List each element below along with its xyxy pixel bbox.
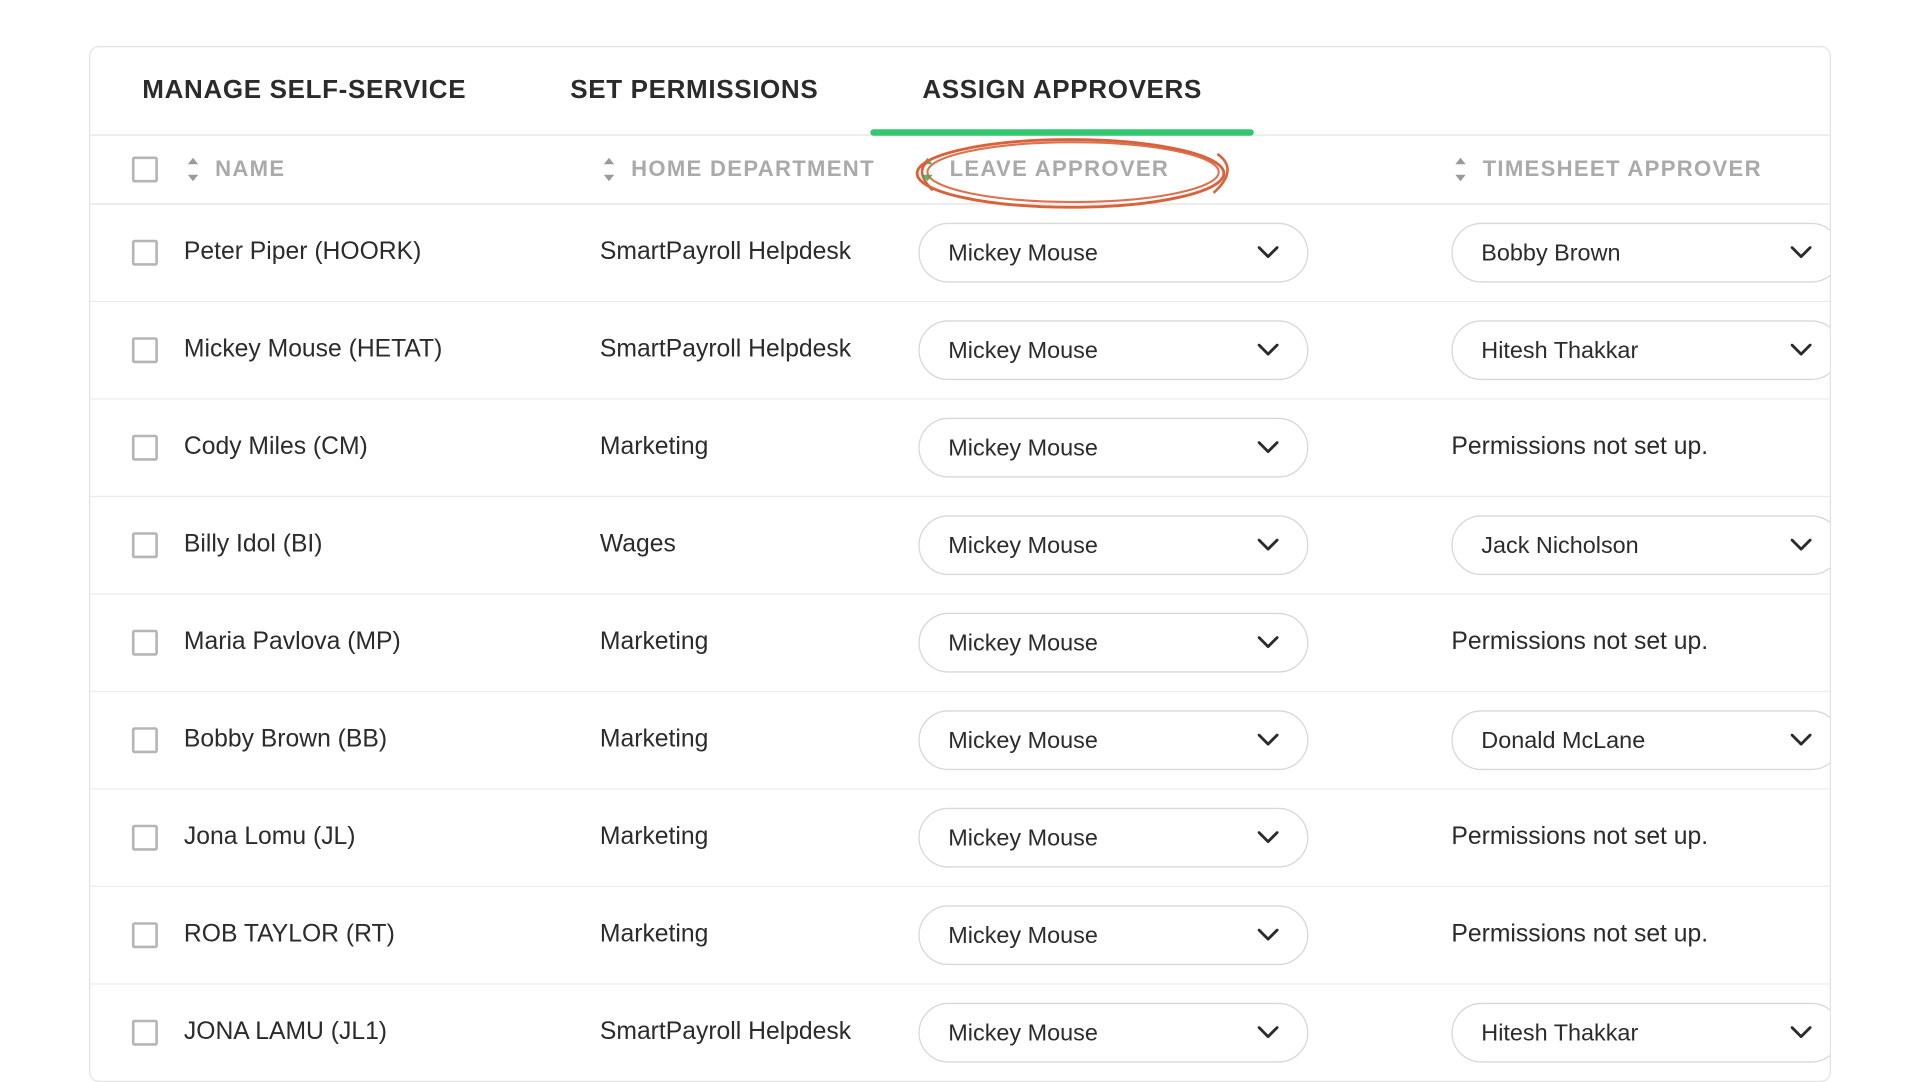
tab-set-permissions[interactable]: SET PERMISSIONS xyxy=(570,76,818,135)
permissions-not-set-up: Permissions not set up. xyxy=(1451,921,1708,950)
chevron-down-icon xyxy=(1258,441,1279,454)
sort-icon[interactable] xyxy=(184,157,202,183)
row-checkbox[interactable] xyxy=(132,532,158,558)
tab-assign-approvers[interactable]: ASSIGN APPROVERS xyxy=(922,76,1202,135)
employee-name: Billy Idol (BI) xyxy=(184,531,323,560)
home-department: Marketing xyxy=(600,921,708,950)
chevron-down-icon xyxy=(1791,246,1812,259)
header-name[interactable]: NAME xyxy=(215,157,285,183)
sort-icon[interactable] xyxy=(918,157,936,183)
table-row: Bobby Brown (BB) Marketing Mickey Mouse Don… xyxy=(90,692,1829,790)
employee-name: Jona Lomu (JL) xyxy=(184,823,356,852)
table-body: Peter Piper (HOORK) SmartPayroll Helpdesk… xyxy=(90,205,1829,1081)
table-row: JONA LAMU (JL1) SmartPayroll Helpdesk Mick… xyxy=(90,985,1829,1081)
row-checkbox[interactable] xyxy=(132,337,158,363)
leave-approver-select[interactable]: Mickey Mouse xyxy=(918,320,1308,380)
sort-icon[interactable] xyxy=(1451,157,1469,183)
select-all-checkbox[interactable] xyxy=(132,157,158,183)
chevron-down-icon xyxy=(1258,831,1279,844)
chevron-down-icon xyxy=(1791,1026,1812,1039)
home-department: Marketing xyxy=(600,433,708,462)
home-department: Marketing xyxy=(600,628,708,657)
sort-icon[interactable] xyxy=(600,157,618,183)
row-checkbox[interactable] xyxy=(132,922,158,948)
chevron-down-icon xyxy=(1791,734,1812,747)
leave-approver-value: Mickey Mouse xyxy=(948,337,1098,364)
leave-approver-value: Mickey Mouse xyxy=(948,532,1098,559)
chevron-down-icon xyxy=(1258,734,1279,747)
timesheet-approver-value: Hitesh Thakkar xyxy=(1481,337,1638,364)
row-checkbox[interactable] xyxy=(132,727,158,753)
home-department: Wages xyxy=(600,531,676,560)
timesheet-approver-select[interactable]: Jack Nicholson xyxy=(1451,515,1831,575)
chevron-down-icon xyxy=(1791,344,1812,357)
assign-approvers-panel: MANAGE SELF-SERVICE SET PERMISSIONS ASSI… xyxy=(89,46,1831,1082)
leave-approver-select[interactable]: Mickey Mouse xyxy=(918,1003,1308,1063)
employee-name: Peter Piper (HOORK) xyxy=(184,238,421,267)
row-checkbox[interactable] xyxy=(132,240,158,266)
leave-approver-select[interactable]: Mickey Mouse xyxy=(918,613,1308,673)
timesheet-approver-select[interactable]: Hitesh Thakkar xyxy=(1451,1003,1831,1063)
chevron-down-icon xyxy=(1258,539,1279,552)
table-row: Jona Lomu (JL) Marketing Mickey Mouse Permi… xyxy=(90,790,1829,888)
table-row: Mickey Mouse (HETAT) SmartPayroll Helpdes… xyxy=(90,302,1829,400)
leave-approver-select[interactable]: Mickey Mouse xyxy=(918,808,1308,868)
table-header: NAME HOME DEPARTMENT LEAVE APPROVER xyxy=(90,136,1829,205)
timesheet-approver-select[interactable]: Donald McLane xyxy=(1451,710,1831,770)
leave-approver-value: Mickey Mouse xyxy=(948,434,1098,461)
row-checkbox[interactable] xyxy=(132,825,158,851)
employee-name: ROB TAYLOR (RT) xyxy=(184,921,395,950)
employee-name: Maria Pavlova (MP) xyxy=(184,628,401,657)
employee-name: Mickey Mouse (HETAT) xyxy=(184,336,442,365)
permissions-not-set-up: Permissions not set up. xyxy=(1451,433,1708,462)
table-row: ROB TAYLOR (RT) Marketing Mickey Mouse Perm… xyxy=(90,887,1829,985)
row-checkbox[interactable] xyxy=(132,435,158,461)
home-department: SmartPayroll Helpdesk xyxy=(600,238,851,267)
leave-approver-select[interactable]: Mickey Mouse xyxy=(918,905,1308,965)
timesheet-approver-value: Hitesh Thakkar xyxy=(1481,1019,1638,1046)
chevron-down-icon xyxy=(1258,246,1279,259)
chevron-down-icon xyxy=(1258,344,1279,357)
home-department: SmartPayroll Helpdesk xyxy=(600,336,851,365)
home-department: Marketing xyxy=(600,726,708,755)
chevron-down-icon xyxy=(1258,929,1279,942)
employee-name: JONA LAMU (JL1) xyxy=(184,1018,387,1047)
tabs-bar: MANAGE SELF-SERVICE SET PERMISSIONS ASSI… xyxy=(90,47,1829,135)
employee-name: Bobby Brown (BB) xyxy=(184,726,387,755)
leave-approver-select[interactable]: Mickey Mouse xyxy=(918,418,1308,478)
leave-approver-select[interactable]: Mickey Mouse xyxy=(918,515,1308,575)
timesheet-approver-value: Jack Nicholson xyxy=(1481,532,1638,559)
leave-approver-value: Mickey Mouse xyxy=(948,239,1098,266)
table-row: Cody Miles (CM) Marketing Mickey Mouse Perm… xyxy=(90,400,1829,498)
permissions-not-set-up: Permissions not set up. xyxy=(1451,628,1708,657)
home-department: Marketing xyxy=(600,823,708,852)
home-department: SmartPayroll Helpdesk xyxy=(600,1018,851,1047)
timesheet-approver-value: Donald McLane xyxy=(1481,727,1645,754)
leave-approver-select[interactable]: Mickey Mouse xyxy=(918,223,1308,283)
table-row: Peter Piper (HOORK) SmartPayroll Helpdesk… xyxy=(90,205,1829,302)
leave-approver-value: Mickey Mouse xyxy=(948,922,1098,949)
leave-approver-value: Mickey Mouse xyxy=(948,824,1098,851)
leave-approver-value: Mickey Mouse xyxy=(948,629,1098,656)
header-home-department[interactable]: HOME DEPARTMENT xyxy=(631,157,875,183)
employee-name: Cody Miles (CM) xyxy=(184,433,368,462)
leave-approver-select[interactable]: Mickey Mouse xyxy=(918,710,1308,770)
leave-approver-value: Mickey Mouse xyxy=(948,727,1098,754)
chevron-down-icon xyxy=(1258,636,1279,649)
row-checkbox[interactable] xyxy=(132,1020,158,1046)
chevron-down-icon xyxy=(1791,539,1812,552)
timesheet-approver-value: Bobby Brown xyxy=(1481,239,1620,266)
tab-manage-self-service[interactable]: MANAGE SELF-SERVICE xyxy=(142,76,466,135)
table-row: Maria Pavlova (MP) Marketing Mickey Mouse P… xyxy=(90,595,1829,693)
header-timesheet-approver[interactable]: TIMESHEET APPROVER xyxy=(1483,157,1762,183)
leave-approver-value: Mickey Mouse xyxy=(948,1019,1098,1046)
header-leave-approver[interactable]: LEAVE APPROVER xyxy=(950,157,1170,183)
table-row: Billy Idol (BI) Wages Mickey Mouse Jack Nic… xyxy=(90,497,1829,595)
permissions-not-set-up: Permissions not set up. xyxy=(1451,823,1708,852)
chevron-down-icon xyxy=(1258,1026,1279,1039)
timesheet-approver-select[interactable]: Hitesh Thakkar xyxy=(1451,320,1831,380)
row-checkbox[interactable] xyxy=(132,630,158,656)
timesheet-approver-select[interactable]: Bobby Brown xyxy=(1451,223,1831,283)
